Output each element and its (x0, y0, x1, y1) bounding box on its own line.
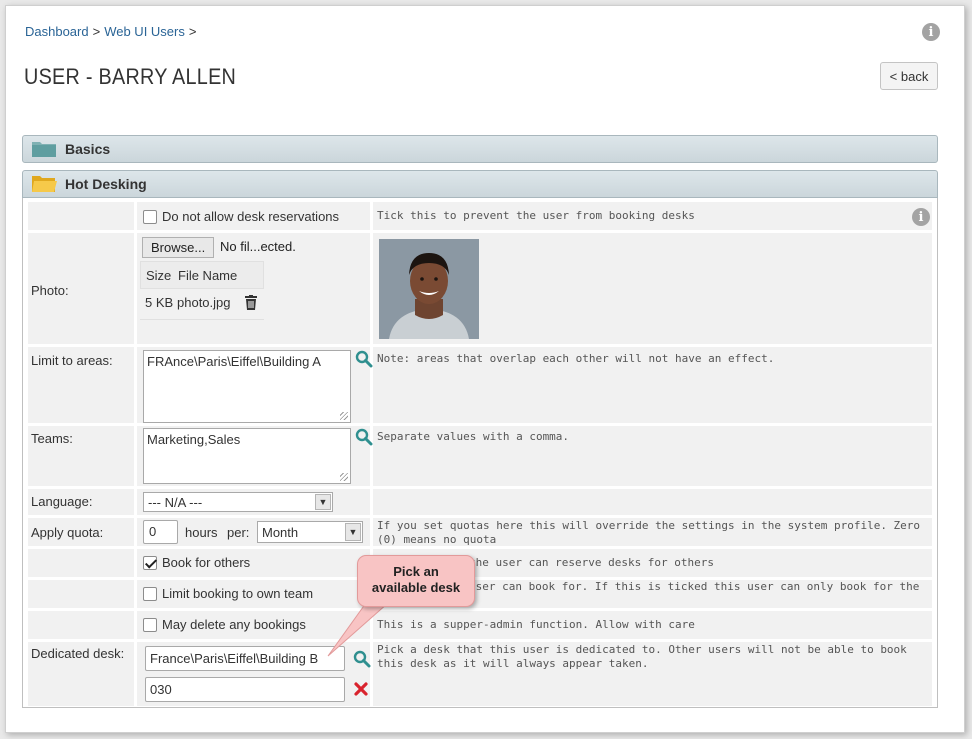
callout-line1: Pick an (393, 564, 439, 579)
breadcrumb-web-ui-users[interactable]: Web UI Users (104, 24, 185, 39)
quota-hours-label: hours (185, 525, 218, 540)
info-icon[interactable]: i (912, 208, 930, 226)
dedicated-desk-number-input[interactable]: 030 (145, 677, 345, 702)
folder-closed-icon (31, 138, 57, 161)
hot-desking-panel: Do not allow desk reservations Tick this… (22, 198, 938, 708)
section-hot-desking-header[interactable]: Hot Desking (22, 170, 938, 198)
resize-handle[interactable] (340, 412, 348, 420)
callout-tooltip: Pick an available desk (357, 555, 475, 607)
language-value: --- N/A --- (148, 495, 203, 510)
dedicated-desk-help: Pick a desk that this user is dedicated … (377, 643, 907, 670)
resize-handle[interactable] (340, 473, 348, 481)
quota-per-label: per: (227, 525, 250, 540)
limit-areas-value: FRAnce\Paris\Eiffel\Building A (147, 354, 321, 369)
may-delete-help: This is a supper-admin function. Allow w… (377, 618, 695, 631)
breadcrumb-separator: > (188, 24, 197, 39)
folder-open-icon (31, 173, 57, 196)
breadcrumb-separator: > (92, 24, 101, 39)
file-col-name: File Name (178, 268, 238, 283)
search-icon[interactable] (355, 428, 373, 446)
dedicated-desk-area-input[interactable]: France\Paris\Eiffel\Building B (145, 646, 345, 671)
section-basics-header[interactable]: Basics (22, 135, 938, 163)
file-name: photo.jpg (177, 295, 231, 310)
may-delete-checkbox[interactable] (143, 618, 157, 632)
quota-label: Apply quota: (31, 525, 104, 540)
row-photo: Photo: Browse... No fil...ected. Size Fi… (28, 233, 932, 344)
limit-areas-label: Limit to areas: (31, 353, 113, 368)
book-for-others-help: the user can reserve desks for others (469, 556, 715, 569)
row-book-for-others: Book for others the user can reserve des… (28, 549, 932, 577)
photo-label: Photo: (31, 283, 69, 298)
file-table-row: 5 KB photo.jpg (140, 289, 264, 320)
limit-areas-textarea[interactable]: FRAnce\Paris\Eiffel\Building A (143, 350, 351, 423)
dedicated-desk-label: Dedicated desk: (31, 646, 125, 661)
limit-own-team-help: user can book for. If this is ticked thi… (469, 580, 920, 593)
row-apply-quota: Apply quota: 0 hours per: Month ▼ If you… (28, 518, 932, 546)
row-dedicated-desk: Dedicated desk: France\Paris\Eiffel\Buil… (28, 642, 932, 706)
trash-icon[interactable] (245, 295, 257, 313)
language-label: Language: (31, 494, 93, 509)
chevron-down-icon: ▼ (315, 494, 331, 510)
back-button[interactable]: < back (880, 62, 938, 90)
teams-label: Teams: (31, 431, 73, 446)
limit-own-team-label: Limit booking to own team (162, 586, 314, 601)
may-delete-label: May delete any bookings (162, 617, 306, 632)
no-desk-reservations-label: Do not allow desk reservations (162, 209, 340, 224)
quota-input[interactable]: 0 (143, 520, 178, 544)
breadcrumb: Dashboard > Web UI Users > (25, 24, 200, 39)
quota-help: If you set quotas here this will overrid… (377, 519, 921, 546)
row-may-delete: May delete any bookings This is a supper… (28, 611, 932, 639)
chevron-down-icon: ▼ (345, 523, 361, 541)
clear-icon[interactable] (354, 682, 368, 699)
limit-own-team-checkbox[interactable] (143, 587, 157, 601)
book-for-others-checkbox[interactable] (143, 556, 157, 570)
language-select[interactable]: --- N/A --- ▼ (143, 492, 333, 512)
section-hot-desking-title: Hot Desking (65, 176, 147, 192)
page-frame: Dashboard > Web UI Users > i USER - BARRY A… (5, 5, 965, 733)
row-teams: Teams: Marketing,Sales Separate values w… (28, 426, 932, 486)
page-info-button[interactable]: i (922, 23, 940, 41)
info-icon: i (922, 23, 940, 41)
no-desk-reservations-checkbox[interactable] (143, 210, 157, 224)
book-for-others-label: Book for others (162, 555, 251, 570)
file-table-header: Size File Name (140, 261, 264, 289)
breadcrumb-dashboard[interactable]: Dashboard (25, 24, 89, 39)
user-photo (379, 239, 479, 339)
file-size: 5 KB (145, 295, 174, 310)
page-title: USER - BARRY ALLEN (24, 64, 237, 89)
file-col-size: Size (146, 268, 172, 283)
no-desk-reservations-help: Tick this to prevent the user from booki… (377, 209, 695, 222)
teams-value: Marketing,Sales (147, 432, 241, 447)
browse-button[interactable]: Browse... (142, 237, 215, 258)
section-basics-title: Basics (65, 141, 111, 157)
file-status-text: No fil...ected. (220, 239, 296, 254)
teams-textarea[interactable]: Marketing,Sales (143, 428, 351, 484)
quota-period-select[interactable]: Month ▼ (257, 521, 363, 543)
limit-areas-help: Note: areas that overlap each other will… (377, 352, 775, 365)
search-icon[interactable] (355, 350, 373, 368)
teams-help: Separate values with a comma. (377, 430, 570, 443)
row-no-desk-reservations: Do not allow desk reservations Tick this… (28, 202, 932, 230)
row-language: Language: --- N/A --- ▼ (28, 489, 932, 515)
row-limit-areas: Limit to areas: FRAnce\Paris\Eiffel\Buil… (28, 347, 932, 423)
quota-period-value: Month (262, 525, 299, 540)
callout-line2: available desk (371, 580, 461, 595)
row-limit-own-team: Limit booking to own team user can book … (28, 580, 932, 608)
